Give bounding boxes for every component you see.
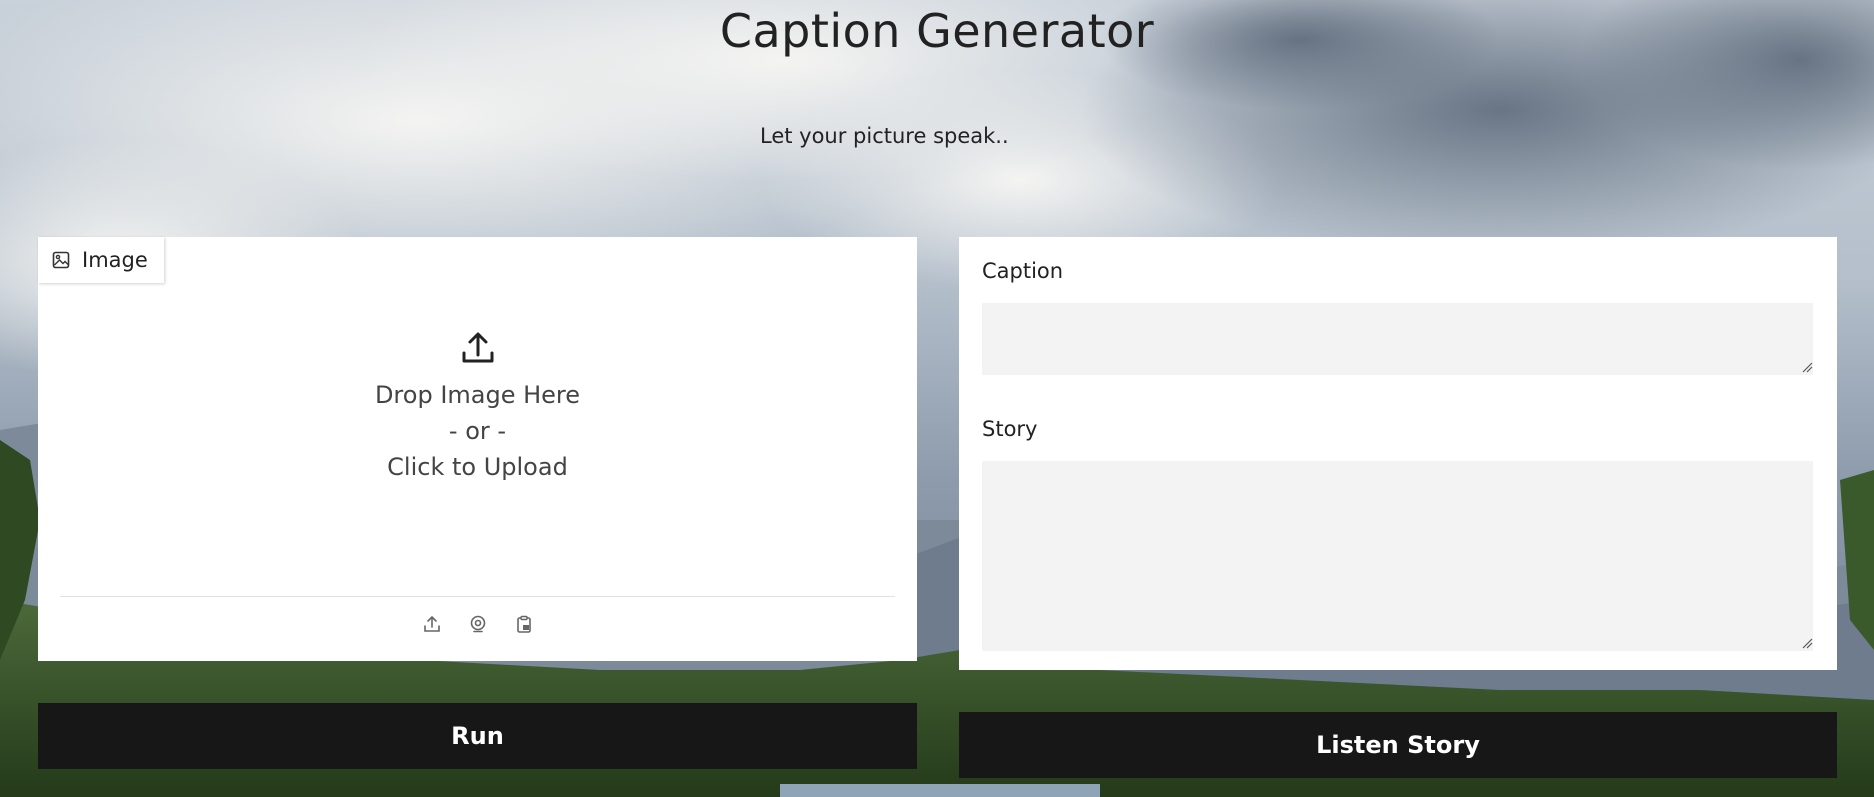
clipboard-icon	[516, 615, 531, 633]
webcam-icon	[470, 615, 485, 633]
click-to-upload-text: Click to Upload	[387, 453, 568, 481]
webcam-source-button[interactable]	[468, 614, 488, 634]
caption-label: Caption	[982, 259, 1064, 283]
drop-image-text: Drop Image Here	[374, 381, 581, 409]
caption-textbox[interactable]	[982, 303, 1813, 375]
image-tab-label: Image	[82, 248, 148, 272]
or-text: - or -	[448, 417, 507, 445]
clipboard-source-button[interactable]	[514, 614, 534, 634]
app-root: Caption Generator Let your picture speak…	[0, 0, 1874, 797]
upload-source-button[interactable]	[422, 614, 442, 634]
story-resize-grip[interactable]	[1801, 637, 1813, 649]
upload-icon	[462, 332, 493, 363]
panel-divider	[60, 596, 895, 597]
listen-story-button[interactable]: Listen Story	[959, 712, 1837, 778]
page-subtitle: Let your picture speak..	[760, 124, 1009, 148]
run-button[interactable]: Run	[38, 703, 917, 769]
caption-resize-grip[interactable]	[1801, 361, 1813, 373]
image-drop-zone[interactable]: Drop Image Here - or - Click to Upload	[58, 287, 897, 587]
story-label: Story	[982, 417, 1038, 441]
output-panel: Caption Story	[959, 237, 1837, 670]
page-title: Caption Generator	[719, 4, 1155, 58]
upload-icon	[423, 616, 440, 632]
image-tab: Image	[38, 237, 164, 283]
source-selector	[38, 614, 917, 634]
story-textbox[interactable]	[982, 461, 1813, 651]
image-icon	[52, 251, 70, 269]
image-input-panel: Image Drop Image Here - or - Click to Up…	[38, 237, 917, 661]
